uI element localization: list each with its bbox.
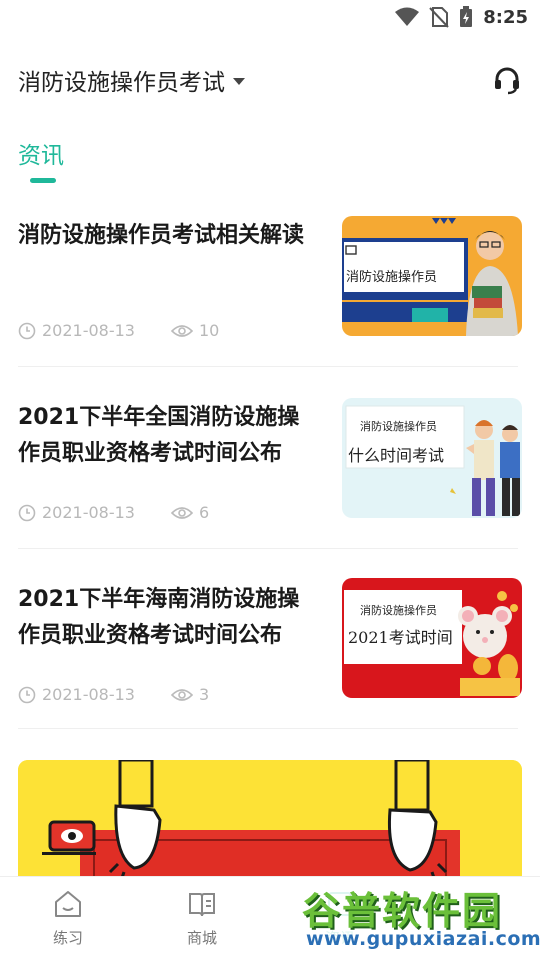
tab-practice[interactable]: 练习 xyxy=(18,889,118,948)
article-meta: 2021-08-13 10 xyxy=(18,321,219,340)
status-bar: 8:25 xyxy=(0,0,540,36)
article-views: 6 xyxy=(198,503,210,522)
thumbnail-caption-1: 消防设施操作员 xyxy=(360,420,437,433)
article-views: 3 xyxy=(198,685,210,704)
article-date: 2021-08-13 xyxy=(42,321,135,340)
exam-selector[interactable]: 消防设施操作员考试 xyxy=(18,63,245,97)
watermark-url: www.gupuxiazai.com xyxy=(306,928,540,950)
thumbnail-caption-1: 消防设施操作员 xyxy=(360,604,437,617)
customer-service-icon[interactable] xyxy=(492,65,522,95)
tab-label: 练习 xyxy=(52,929,83,947)
article-item[interactable]: 2021下半年海南消防设施操作员职业资格考试时间公布 2021-08-13 3 xyxy=(18,578,522,704)
article-date: 2021-08-13 xyxy=(42,503,135,522)
header: 消防设施操作员考试 xyxy=(18,58,522,102)
article-title: 2021下半年海南消防设施操作员职业资格考试时间公布 xyxy=(18,587,300,648)
thumbnail-caption: 消防设施操作员 xyxy=(346,270,438,285)
thumbnail-caption-2: 什么时间考试 xyxy=(348,446,445,465)
eye-icon xyxy=(170,688,193,701)
clock-icon xyxy=(18,504,36,521)
status-time: 8:25 xyxy=(483,6,528,28)
article-title: 2021下半年全国消防设施操作员职业资格考试时间公布 xyxy=(18,405,300,466)
status-icons: 8:25 xyxy=(395,6,528,28)
article-meta: 2021-08-13 6 xyxy=(18,503,209,522)
eye-icon xyxy=(170,506,193,519)
tab-news[interactable]: 资讯 xyxy=(18,136,64,170)
wifi-icon xyxy=(395,7,420,26)
divider xyxy=(18,728,518,729)
battery-charging-icon xyxy=(460,6,473,27)
clock-icon xyxy=(18,686,36,703)
watermark: 谷普软件园 www.gupuxiazai.com xyxy=(296,878,540,960)
article-thumbnail: 消防设施操作员 什么时间考试 xyxy=(342,398,522,518)
clock-icon xyxy=(18,322,36,339)
article-thumbnail: 消防设施操作员 xyxy=(342,216,522,336)
article-meta: 2021-08-13 3 xyxy=(18,685,209,704)
divider xyxy=(18,548,518,549)
no-sim-icon xyxy=(429,7,449,28)
article-thumbnail: 消防设施操作员 2021考试时间 xyxy=(342,578,522,698)
tab-store[interactable]: 商城 xyxy=(152,889,252,948)
divider xyxy=(18,366,518,367)
caret-down-icon xyxy=(233,78,245,85)
book-icon xyxy=(189,893,215,917)
thumbnail-caption-2: 2021考试时间 xyxy=(348,628,453,647)
article-date: 2021-08-13 xyxy=(42,685,135,704)
article-views: 10 xyxy=(198,321,220,340)
article-item[interactable]: 消防设施操作员考试相关解读 2021-08-13 10 消防设施操作员 xyxy=(18,216,522,340)
article-title: 消防设施操作员考试相关解读 xyxy=(18,223,305,248)
home-icon xyxy=(55,891,81,917)
tab-indicator xyxy=(30,178,56,183)
article-item[interactable]: 2021下半年全国消防设施操作员职业资格考试时间公布 2021-08-13 6 xyxy=(18,398,522,522)
tab-bar-top: 资讯 xyxy=(18,136,64,183)
watermark-title: 谷普软件园 xyxy=(302,889,503,933)
page-title: 消防设施操作员考试 xyxy=(18,70,225,96)
tab-label: 商城 xyxy=(186,929,217,947)
eye-icon xyxy=(170,324,193,337)
